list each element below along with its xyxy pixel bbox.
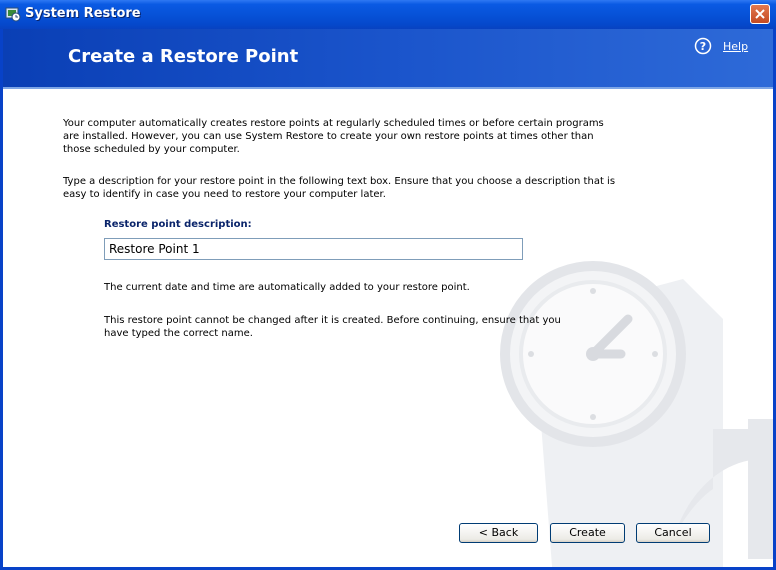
header-banner: Create a Restore Point ? Help [3,29,773,89]
cancel-button[interactable]: Cancel [636,523,710,543]
instructions-paragraph: Type a description for your restore poin… [63,176,616,200]
svg-text:?: ? [700,40,706,53]
description-label: Restore point description: [104,219,252,230]
intro-paragraph: Your computer automatically creates rest… [63,118,604,155]
help-icon[interactable]: ? [694,37,712,55]
title-bar[interactable]: System Restore [0,0,776,29]
create-button[interactable]: Create [550,523,625,543]
system-restore-window: System Restore Create a Restore Point ? … [0,0,776,570]
close-button[interactable] [750,4,770,24]
warning-note: This restore point cannot be changed aft… [104,315,561,339]
system-restore-icon [5,7,21,22]
back-button[interactable]: < Back [459,523,538,543]
help-link[interactable]: Help [723,40,748,53]
date-note: The current date and time are automatica… [104,282,470,293]
clock-arrow-watermark [500,261,773,567]
page-title: Create a Restore Point [68,46,299,67]
window-title: System Restore [25,6,141,21]
client-area: Create a Restore Point ? Help Your compu… [3,29,773,567]
description-input[interactable] [104,238,523,260]
close-icon [755,9,765,19]
